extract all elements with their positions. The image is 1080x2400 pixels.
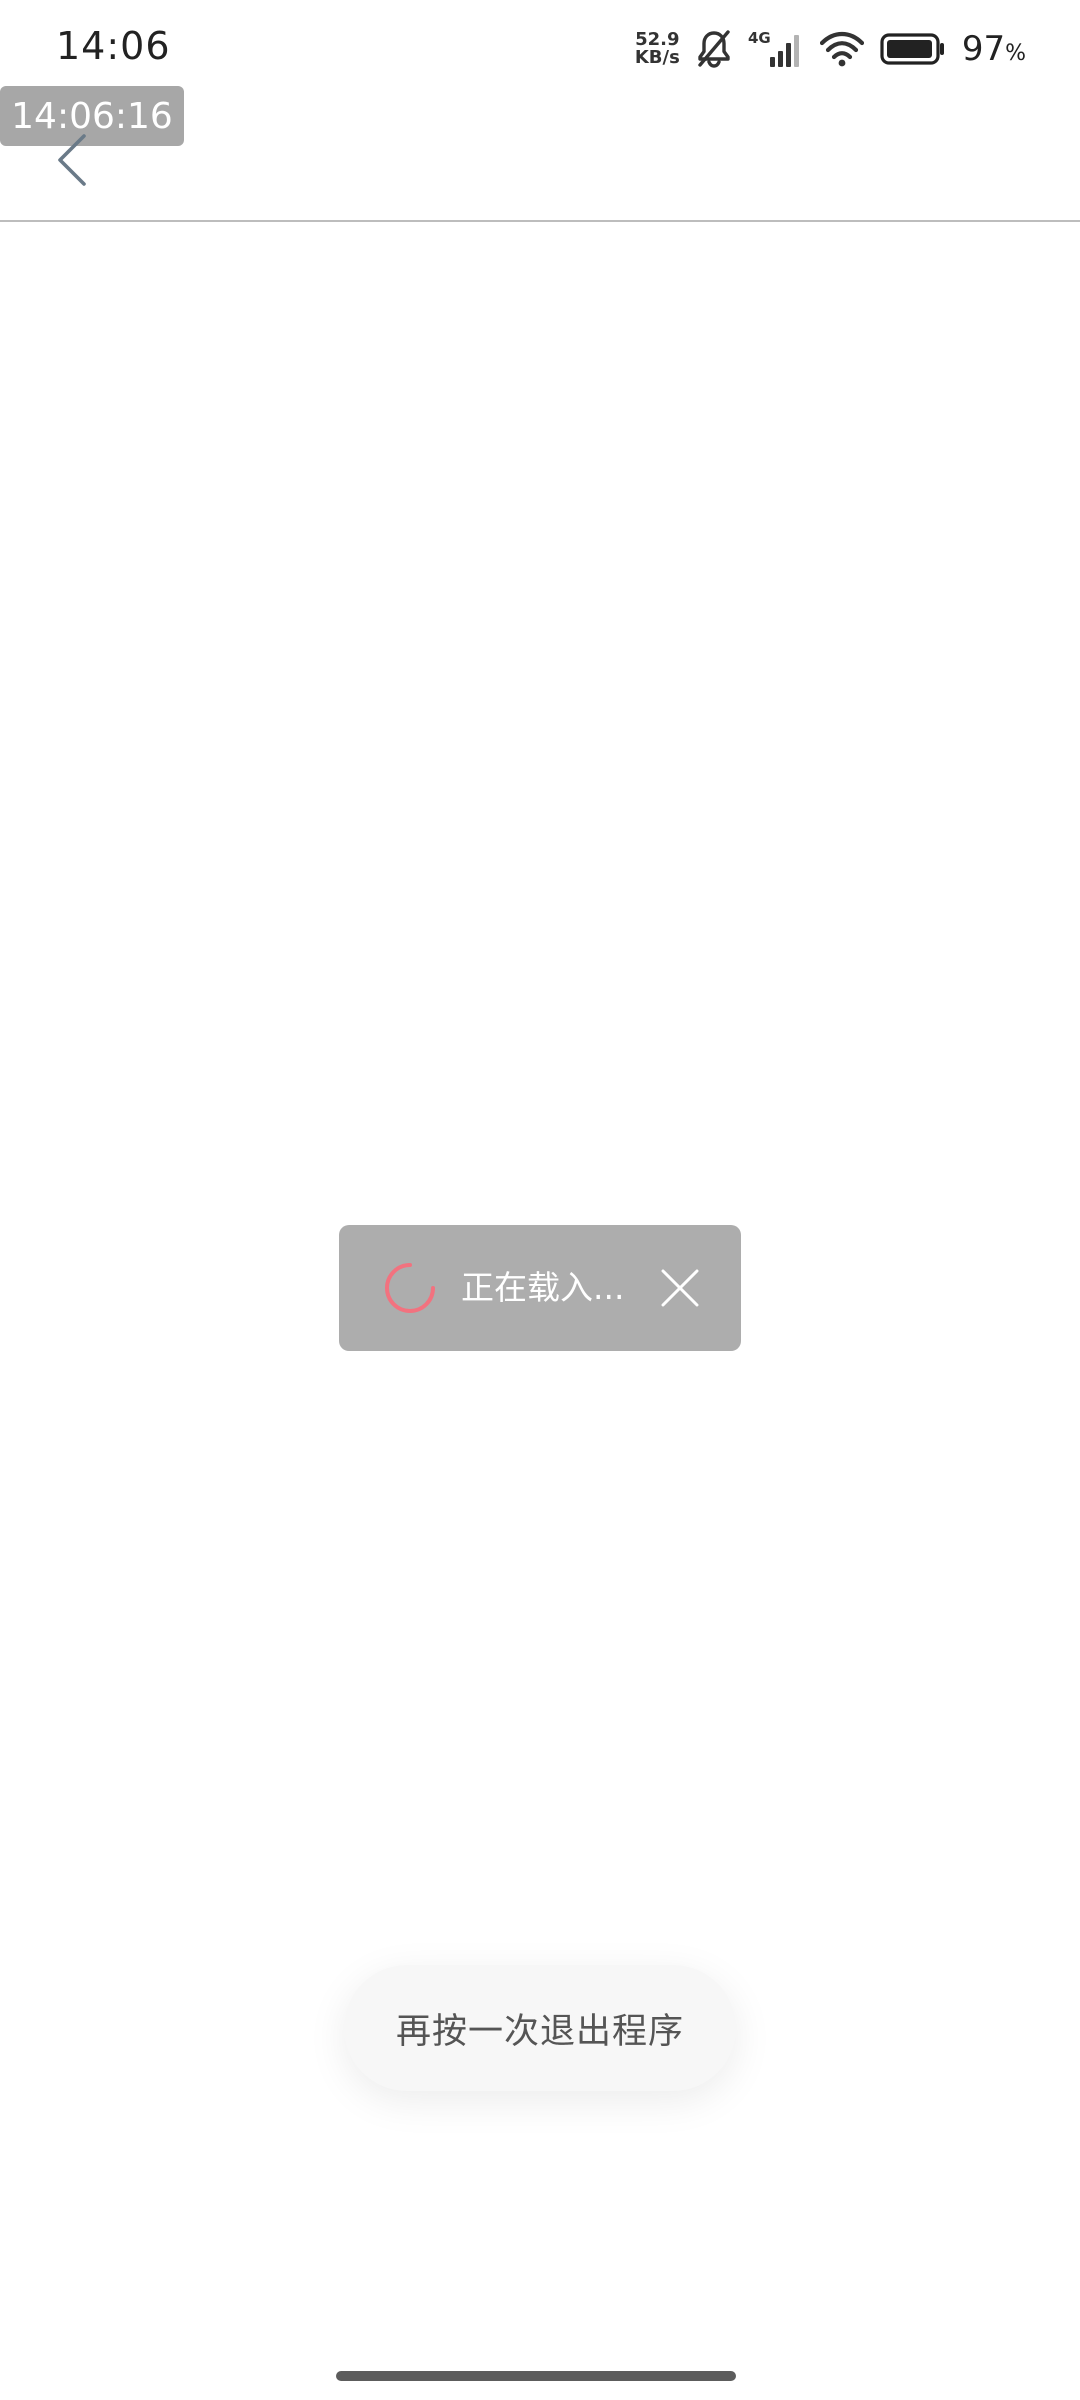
loading-toast: 正在载入... (339, 1225, 741, 1351)
status-time: 14:06 (56, 24, 171, 68)
battery-icon (880, 32, 946, 66)
network-type: 4G (748, 29, 771, 47)
signal-icon: 4G (748, 29, 804, 69)
bell-muted-icon (696, 29, 732, 69)
back-button[interactable] (40, 120, 104, 200)
network-speed-unit: KB/s (634, 47, 680, 68)
loading-text: 正在载入... (461, 1268, 625, 1307)
home-indicator[interactable] (336, 2371, 736, 2381)
status-icons: 52.9 KB/s 4G 97% (635, 26, 1026, 72)
exit-hint-toast: 再按一次退出程序 (344, 1965, 736, 2091)
close-icon (661, 1269, 699, 1307)
wifi-icon (819, 31, 864, 67)
loading-spinner-icon (385, 1263, 435, 1313)
chevron-left-icon (58, 134, 86, 186)
status-bar: 14:06 52.9 KB/s 4G 97% (0, 0, 1080, 96)
battery-percent-unit: % (1005, 41, 1026, 66)
battery-percent-value: 97 (961, 29, 1006, 69)
battery-percent: 97% (962, 29, 1026, 69)
loading-close-button[interactable] (655, 1263, 705, 1313)
network-speed: 52.9 KB/s (635, 31, 680, 67)
